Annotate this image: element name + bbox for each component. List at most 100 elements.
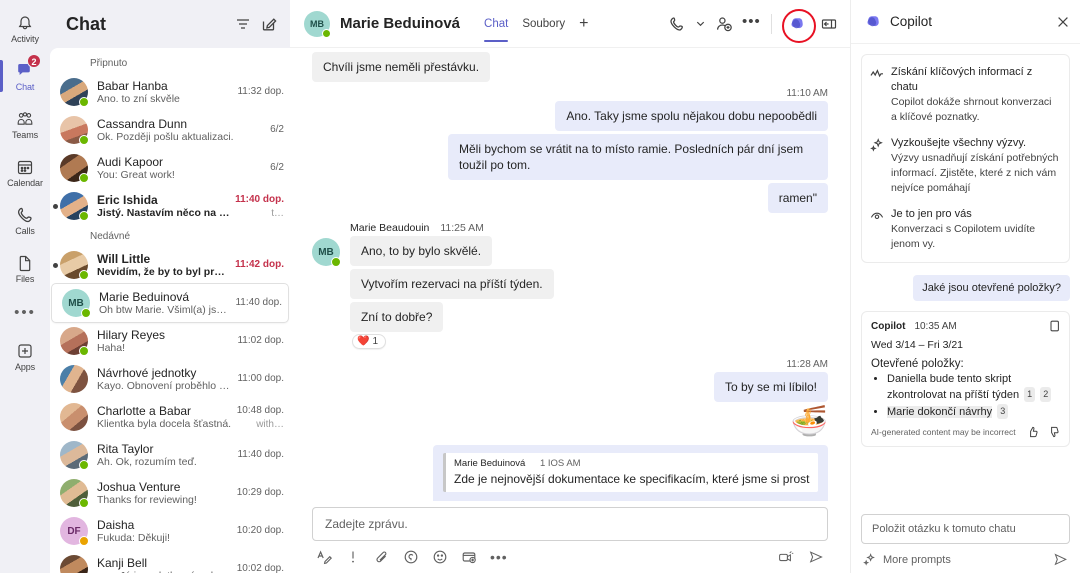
chat-row-time: 6/2 [270, 162, 284, 173]
copilot-answer-subtitle: Otevřené položky: [871, 358, 964, 370]
chat-row-joshua-venture[interactable]: Joshua Venture Thanks for reviewing! 10:… [50, 474, 290, 512]
chat-row-marie-beduinova[interactable]: MB Marie Beduinová Oh btw Marie. Všiml(a… [52, 284, 288, 322]
copilot-input[interactable]: Položit otázku k tomuto chatu [861, 514, 1070, 544]
call-icon[interactable] [668, 15, 686, 33]
sparkle-icon [870, 138, 883, 152]
chat-row-time: 11:02 dop. [237, 335, 284, 346]
rail-item-files[interactable]: Files [0, 244, 50, 292]
more-options-icon[interactable]: ••• [490, 550, 508, 564]
group-label: Nedávné [90, 231, 131, 242]
loop-component-icon[interactable] [461, 549, 477, 565]
avatar [60, 327, 89, 356]
message-input[interactable]: Zadejte zprávu. [312, 507, 828, 541]
rail-more-button[interactable]: ••• [14, 292, 36, 332]
message-row: Zní to dobře? ❤️ 1 [350, 302, 828, 349]
giphy-icon[interactable] [403, 549, 419, 565]
chat-row-charlotte-a-babar[interactable]: Charlotte a Babar Klientka byla docela š… [50, 398, 290, 436]
rail-item-calls[interactable]: Calls [0, 196, 50, 244]
emoji-message: 🍜 [790, 405, 828, 438]
eye-icon [870, 212, 884, 220]
unread-indicator [53, 204, 58, 209]
chat-row-time: 11:40 dop. [235, 297, 282, 308]
emoji-icon[interactable] [432, 549, 448, 565]
chat-row-time: 10:20 dop. [236, 525, 284, 536]
chat-list-panel: Chat Připnuto Babar Hanba Ano. to zní sk… [50, 0, 290, 573]
chat-row-preview: Ah. Ok, rozumím teď. [97, 455, 197, 468]
thumbs-down-icon[interactable] [1048, 426, 1060, 438]
rail-item-apps[interactable]: Apps [0, 332, 50, 380]
copilot-tip: Vyzkoušejte všechny výzvy. Výzvy usnadňu… [870, 136, 1059, 196]
chat-row-name: Hilary Reyes [97, 327, 166, 342]
send-icon[interactable] [808, 549, 824, 565]
more-prompts-button[interactable]: More prompts [883, 554, 951, 566]
send-icon[interactable] [1053, 552, 1068, 567]
attach-icon[interactable] [374, 549, 390, 565]
insights-icon [870, 69, 883, 78]
add-people-icon[interactable] [715, 15, 733, 33]
chat-row-will-little[interactable]: Will Little Nevidím, že by to byl problé… [50, 246, 290, 284]
thumbs-up-icon[interactable] [1027, 426, 1039, 438]
video-clip-icon[interactable] [778, 549, 794, 565]
copilot-button[interactable] [782, 8, 816, 43]
chat-row-time: 11:00 dop. [237, 373, 284, 384]
tab-soubory[interactable]: Soubory [522, 0, 565, 48]
chat-row-daisha[interactable]: DF Daisha Fukuda: Děkuji! 10:20 dop. [50, 512, 290, 550]
presence-indicator [79, 498, 89, 508]
chat-row-audi-kapoor[interactable]: Audi Kapoor You: Great work! 6/2 [50, 149, 290, 187]
copilot-title: Copilot [890, 14, 933, 29]
message-row: Marie Beduinová 1 IOS AM Zde je nejnověj… [312, 445, 828, 501]
rail-item-chat[interactable]: 2 Chat [0, 52, 50, 100]
citation-ref[interactable]: 2 [1040, 387, 1052, 402]
priority-icon[interactable] [345, 549, 361, 565]
rail-item-calendar[interactable]: Calendar [0, 148, 50, 196]
chat-row-navrhove-jednotky[interactable]: Návrhové jednotky Kayo. Obnovení proběhl… [50, 360, 290, 398]
rail-item-activity[interactable]: Activity [0, 4, 50, 52]
chat-row-time: 11:32 dop. [237, 86, 284, 97]
chat-row-rita-taylor[interactable]: Rita Taylor Ah. Ok, rozumím teď. 11:40 d… [50, 436, 290, 474]
citation-ref[interactable]: 3 [997, 404, 1009, 419]
close-icon[interactable] [1056, 15, 1070, 29]
avatar-group [60, 403, 88, 431]
tab-chat[interactable]: Chat [484, 0, 509, 48]
chat-row-preview: Kayo. Obnovení proběhlo opravdu dobře' C… [97, 379, 234, 392]
chat-row-eric-ishida[interactable]: Eric Ishida Jistý. Nastavím něco na příš… [50, 187, 290, 225]
copilot-item-text: Marie dokončí návrhy [887, 406, 993, 418]
open-pane-icon[interactable] [820, 15, 838, 33]
message-row: Ano. Taky jsme spolu nějakou dobu nepoob… [312, 101, 828, 131]
copilot-icon [867, 16, 879, 27]
message-sender-name: Marie Beaudouin [350, 222, 430, 234]
new-chat-icon[interactable] [260, 15, 278, 33]
chat-row-preview: Thanks for reviewing! [97, 493, 197, 506]
chevron-down-icon[interactable] [695, 18, 706, 29]
message-row: Měli bychom se vrátit na to místo ramie.… [312, 134, 828, 180]
copilot-answer-header: Copilot 10:35 AM [871, 320, 1060, 333]
reaction-pill[interactable]: ❤️ 1 [352, 334, 387, 349]
message-input-placeholder: Zadejte zprávu. [325, 517, 408, 531]
filter-icon[interactable] [234, 15, 252, 33]
chat-row-hilary-reyes[interactable]: Hilary Reyes Haha! 11:02 dop. [50, 322, 290, 360]
chat-row-preview: Haha! [97, 341, 126, 354]
chat-row-kanji-bell[interactable]: Kanji Bell you: Já jsem latke nápad pojď… [50, 550, 290, 573]
chat-row-cassandra-dunn[interactable]: Cassandra Dunn Ok. Později pošlu aktuali… [50, 111, 290, 149]
add-tab-button[interactable]: + [579, 15, 588, 32]
rail-item-label: Calls [15, 225, 35, 236]
quote-author: Marie Beduinová [454, 458, 526, 469]
rail-item-teams[interactable]: Teams [0, 100, 50, 148]
presence-indicator [331, 257, 341, 267]
chat-row-time: 6/2 [270, 124, 284, 135]
copilot-answer-footer: AI-generated content may be incorrect [871, 426, 1060, 438]
chat-row-name: Eric Ishida [97, 192, 158, 207]
copy-icon[interactable] [1048, 320, 1060, 333]
message-thread[interactable]: Chvíli jsme neměli přestávku. 11:10 AM A… [290, 48, 850, 501]
plus-box-icon [18, 343, 32, 358]
chat-row-name: Daisha [97, 517, 135, 532]
format-icon[interactable] [316, 549, 332, 565]
chat-row-preview: Ano. to zní skvěle [97, 92, 180, 105]
copilot-tip: Je to jen pro vás Konverzaci s Copilotem… [870, 207, 1059, 252]
rail-item-label: Files [15, 273, 35, 284]
avatar: MB [304, 10, 331, 38]
chat-row-babar-hanba[interactable]: Babar Hanba Ano. to zní skvěle 11:32 dop… [50, 73, 290, 111]
chat-list-body[interactable]: Připnuto Babar Hanba Ano. to zní skvěle … [50, 48, 290, 573]
citation-ref[interactable]: 1 [1024, 387, 1036, 402]
more-options-icon[interactable]: ••• [742, 14, 760, 33]
